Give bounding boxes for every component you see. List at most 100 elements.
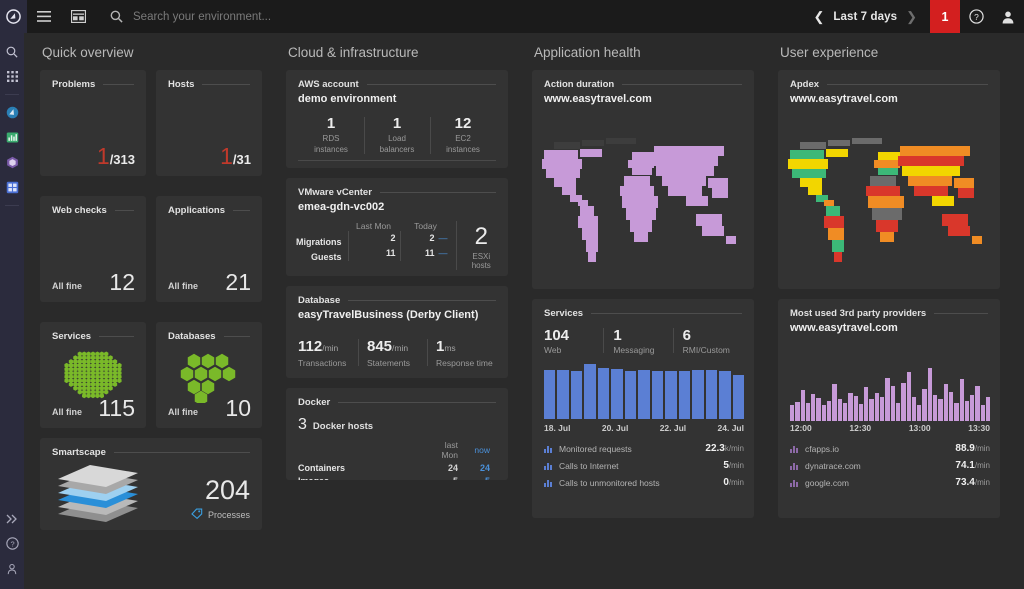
- legend-label: Monitored requests: [559, 443, 632, 454]
- chart-bar: [911, 396, 917, 421]
- tile-web-checks[interactable]: Web checks All fine 12: [40, 196, 146, 302]
- bar-chart-mini-icon: [544, 445, 553, 453]
- docker-col-header-lastmon: last Mon: [441, 440, 458, 460]
- docker-row-containers: Containers 24 24: [298, 463, 496, 473]
- chart-bar: [705, 370, 718, 419]
- legend-row-google: google.com 73.4/min: [790, 477, 990, 488]
- dashboard-grid-icon[interactable]: [61, 0, 95, 33]
- services-chart-legend: Monitored requests 22.3k/min Calls to In…: [544, 443, 744, 494]
- aws-stat-load-balancers: 1 Load balancers: [364, 115, 430, 162]
- tile-third-party-providers[interactable]: Most used 3rd party providers www.easytr…: [778, 299, 1000, 518]
- axis-tick-label: 18. Jul: [544, 423, 571, 433]
- tile-header: VMware vCenter: [286, 178, 508, 198]
- tile-problems[interactable]: Problems 1/313: [40, 70, 146, 176]
- tile-vmware-vcenter[interactable]: VMware vCenter emea-gdn-vc002 Migrations…: [286, 178, 508, 276]
- stat-unit: /min: [392, 343, 409, 353]
- user-account-icon[interactable]: [0, 556, 24, 581]
- chart-bar: [821, 405, 827, 421]
- stat-value: 1: [326, 115, 336, 132]
- user-account-icon[interactable]: [992, 0, 1024, 33]
- docker-lastmon-value: 24: [447, 463, 458, 473]
- tile-title: Database: [298, 295, 341, 306]
- database-stats: 112/min Transactions 845/min Statements …: [298, 338, 496, 368]
- chart-bar: [959, 379, 964, 421]
- tile-rule: [99, 336, 134, 337]
- tile-aws-account[interactable]: AWS account demo environment 1 RDS insta…: [286, 70, 508, 168]
- chart-bar: [880, 396, 885, 421]
- process-tag-icon: [191, 508, 203, 521]
- axis-tick-label: 24. Jul: [717, 423, 744, 433]
- search-bar[interactable]: [99, 0, 393, 33]
- column-cloud-infrastructure: Cloud & infrastructure AWS account demo …: [286, 45, 532, 573]
- chart-bar: [858, 404, 864, 421]
- timerange-prev-button[interactable]: ❮: [804, 0, 833, 33]
- tile-header: Docker: [286, 388, 508, 408]
- tile-applications[interactable]: Applications All fine 21: [156, 196, 262, 302]
- search-input[interactable]: [133, 10, 393, 23]
- tile-status-label: All fine: [168, 281, 199, 291]
- stat-value: 1: [613, 327, 622, 344]
- timerange-selector[interactable]: Last 7 days: [833, 11, 897, 23]
- transactions-app-icon[interactable]: [0, 125, 24, 150]
- apps-grid-icon[interactable]: [0, 64, 24, 89]
- chart-bar: [927, 368, 933, 421]
- tile-hosts[interactable]: Hosts 1/31: [156, 70, 262, 176]
- help-circle-icon[interactable]: ?: [960, 0, 992, 33]
- chart-bar: [832, 383, 837, 421]
- timerange-next-button[interactable]: ❯: [897, 0, 926, 33]
- tile-subtitle: www.easytravel.com: [544, 93, 652, 105]
- tile-apdex-map[interactable]: Apdex www.easytravel.com: [778, 70, 1000, 289]
- tile-docker[interactable]: Docker 3 Docker hosts last Mon now Conta…: [286, 388, 508, 480]
- tile-services-chart[interactable]: Services 104 Web 1 Messaging 6 RMI/Custo…: [532, 299, 754, 518]
- tile-title: Problems: [52, 79, 96, 90]
- hamburger-menu-icon[interactable]: [27, 0, 61, 33]
- tile-header: Databases: [156, 322, 262, 342]
- tile-services[interactable]: Services All fine 115: [40, 322, 146, 428]
- axis-tick-label: 12:30: [849, 423, 872, 433]
- services-chart-axis: 18. Jul 20. Jul 22. Jul 24. Jul: [544, 423, 744, 433]
- chart-bar: [719, 370, 731, 419]
- smartscape-app-icon[interactable]: [0, 100, 24, 125]
- chart-bar: [901, 382, 906, 421]
- tile-databases[interactable]: Databases All fine 10: [156, 322, 262, 428]
- chart-bar: [985, 396, 991, 421]
- tile-database[interactable]: Database easyTravelBusiness (Derby Clien…: [286, 286, 508, 378]
- tile-title: Services: [52, 331, 92, 342]
- chart-bar: [890, 386, 895, 421]
- chart-bar: [895, 402, 901, 421]
- diagnostics-app-icon[interactable]: [0, 150, 24, 175]
- vcenter-today-value: 11—: [399, 246, 452, 261]
- search-icon[interactable]: [0, 39, 24, 64]
- bar-chart-mini-icon: [544, 462, 553, 470]
- legend-value: 0/min: [723, 477, 744, 488]
- chart-bar: [638, 370, 650, 419]
- chart-bar: [816, 398, 821, 421]
- legend-label: cfapps.io: [805, 443, 840, 454]
- tile-header: Hosts: [156, 70, 262, 90]
- tile-status-label: All fine: [168, 407, 199, 417]
- tile-title: Services: [544, 308, 584, 319]
- expand-chevrons-icon[interactable]: [0, 506, 24, 531]
- smartscape-metric: 204 Processes: [191, 477, 250, 521]
- vcenter-lastmon-value: 2: [347, 231, 400, 246]
- chart-bar: [853, 395, 858, 421]
- chart-bar: [980, 405, 985, 421]
- problem-count-badge[interactable]: 1: [930, 0, 960, 33]
- chart-bar: [917, 405, 922, 421]
- chart-bar: [624, 370, 637, 419]
- stat-label-line1: RDS: [322, 133, 340, 143]
- dynatrace-logo-icon[interactable]: [0, 0, 27, 33]
- dashboards-app-icon[interactable]: [0, 175, 24, 200]
- providers-bar-chart: [790, 365, 991, 421]
- tile-action-duration-map[interactable]: Action duration www.easytravel.com: [532, 70, 754, 289]
- tile-rule: [827, 84, 988, 85]
- chart-bar: [842, 402, 848, 421]
- tile-smartscape[interactable]: Smartscape 204 Processes: [40, 438, 262, 530]
- docker-lastmon-value: 5: [426, 476, 458, 480]
- left-rail: ?: [0, 33, 24, 589]
- docker-table: last Mon now Containers 24 24 Images 5 5: [286, 434, 508, 480]
- tile-header: Web checks: [40, 196, 146, 216]
- column-user-experience: User experience Apdex www.easytravel.com…: [778, 45, 1024, 573]
- services-stat-web: 104 Web: [544, 327, 603, 355]
- help-circle-icon[interactable]: ?: [0, 531, 24, 556]
